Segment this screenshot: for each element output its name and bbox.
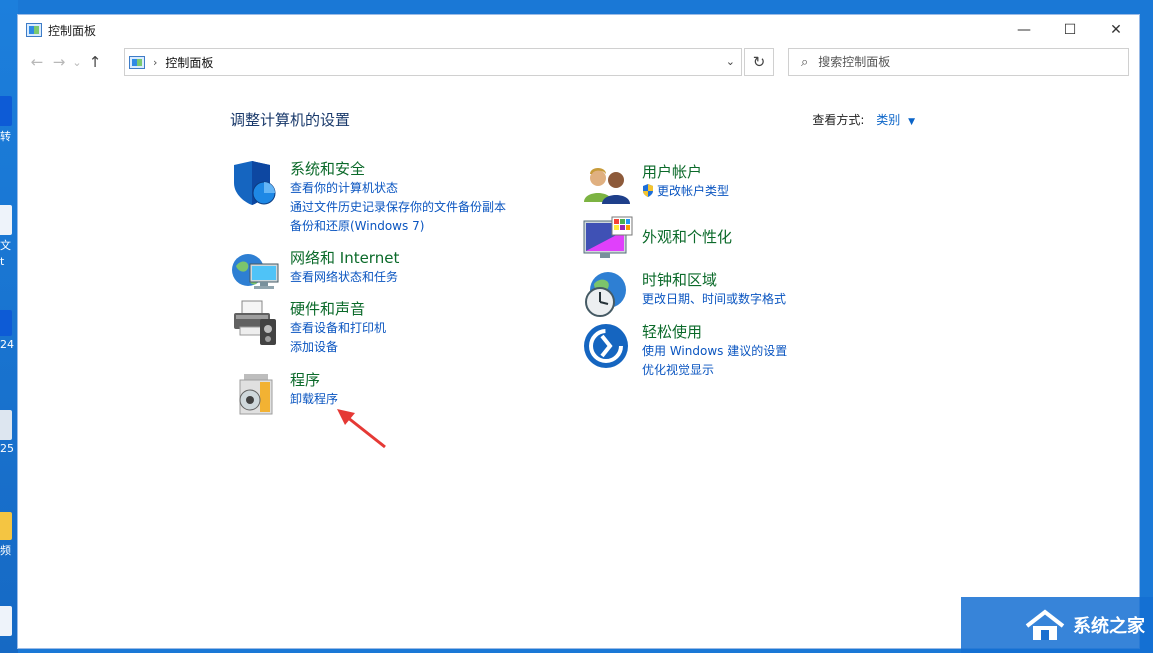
title-bar[interactable]: 控制面板 — ☐ ✕ <box>18 15 1139 45</box>
refresh-button[interactable]: ↻ <box>744 48 774 76</box>
close-button[interactable]: ✕ <box>1093 15 1139 45</box>
monitor-palette-icon[interactable] <box>582 215 634 263</box>
desktop-icon[interactable]: 25 <box>0 410 18 455</box>
desktop-icon[interactable]: 24 <box>0 310 18 351</box>
category-user-accounts: 用户帐户 更改帐户类型 <box>582 162 729 210</box>
watermark: 系统之家 <box>961 597 1153 653</box>
link-file-history[interactable]: 通过文件历史记录保存你的文件备份副本 <box>290 198 506 217</box>
link-uninstall-program[interactable]: 卸载程序 <box>290 390 338 409</box>
category-title-hardware-sound[interactable]: 硬件和声音 <box>290 299 386 319</box>
view-by: 查看方式: 类别 ▼ <box>812 111 915 128</box>
annotation-arrow-icon <box>337 409 386 449</box>
search-icon: ⌕ <box>801 54 809 70</box>
category-network-internet: 网络和 Internet 查看网络状态和任务 <box>230 248 399 296</box>
control-panel-window: 控制面板 — ☐ ✕ ← → ⌄ ↑ › 控制面板 ⌄ ↻ ⌕ 调整计算机的设置… <box>17 14 1140 649</box>
clock-globe-icon[interactable] <box>582 270 634 318</box>
up-arrow-icon[interactable]: ↑ <box>84 53 106 71</box>
printer-speaker-icon[interactable] <box>230 299 282 347</box>
link-add-device[interactable]: 添加设备 <box>290 338 386 357</box>
link-backup-restore[interactable]: 备份和还原(Windows 7) <box>290 217 506 236</box>
address-bar[interactable]: › 控制面板 ⌄ <box>124 48 742 76</box>
link-network-status[interactable]: 查看网络状态和任务 <box>290 268 399 287</box>
category-title-ease-of-access[interactable]: 轻松使用 <box>642 322 787 342</box>
minimize-button[interactable]: — <box>1001 15 1047 45</box>
window-controls: — ☐ ✕ <box>1001 15 1139 45</box>
navigation-bar: ← → ⌄ ↑ › 控制面板 ⌄ ↻ ⌕ <box>18 45 1139 79</box>
uac-shield-icon <box>643 184 653 197</box>
house-logo-icon <box>1025 609 1065 640</box>
view-by-dropdown[interactable]: 类别 <box>876 113 900 127</box>
programs-disc-icon[interactable] <box>230 370 282 418</box>
back-arrow-icon[interactable]: ← <box>26 53 48 71</box>
network-globe-icon[interactable] <box>230 248 282 296</box>
forward-arrow-icon[interactable]: → <box>48 53 70 71</box>
search-input[interactable] <box>818 55 1099 69</box>
category-ease-of-access: 轻松使用 使用 Windows 建议的设置 优化视觉显示 <box>582 322 787 380</box>
desktop-icon[interactable] <box>0 606 18 636</box>
category-title-programs[interactable]: 程序 <box>290 370 338 390</box>
desktop-icon[interactable]: 文 t <box>0 205 18 268</box>
control-panel-icon <box>129 55 145 69</box>
maximize-button[interactable]: ☐ <box>1047 15 1093 45</box>
category-system-security: 系统和安全 查看你的计算机状态 通过文件历史记录保存你的文件备份副本 备份和还原… <box>230 159 506 236</box>
page-title: 调整计算机的设置 <box>230 111 351 129</box>
category-title-network-internet[interactable]: 网络和 Internet <box>290 248 399 268</box>
link-change-account-type[interactable]: 更改帐户类型 <box>642 182 729 201</box>
link-optimize-visual-display[interactable]: 优化视觉显示 <box>642 361 787 380</box>
link-windows-recommended-settings[interactable]: 使用 Windows 建议的设置 <box>642 342 787 361</box>
view-by-label: 查看方式: <box>812 113 865 127</box>
link-change-date-time-format[interactable]: 更改日期、时间或数字格式 <box>642 290 786 309</box>
category-title-system-security[interactable]: 系统和安全 <box>290 159 506 179</box>
search-box[interactable]: ⌕ <box>788 48 1129 76</box>
desktop-icon[interactable]: 频 <box>0 512 18 558</box>
category-title-clock-region[interactable]: 时钟和区域 <box>642 270 786 290</box>
category-appearance: 外观和个性化 <box>582 215 732 263</box>
link-view-computer-status[interactable]: 查看你的计算机状态 <box>290 179 506 198</box>
breadcrumb-separator-icon[interactable]: › <box>153 56 157 69</box>
category-title-user-accounts[interactable]: 用户帐户 <box>642 162 729 182</box>
category-hardware-sound: 硬件和声音 查看设备和打印机 添加设备 <box>230 299 386 357</box>
ease-of-access-icon[interactable] <box>582 322 634 370</box>
desktop-icon[interactable]: 转 <box>0 96 18 144</box>
category-programs: 程序 卸载程序 <box>230 370 338 418</box>
window-title: 控制面板 <box>48 23 97 38</box>
watermark-text: 系统之家 <box>1073 616 1145 637</box>
address-dropdown-chevron-icon[interactable]: ⌄ <box>726 55 735 68</box>
category-clock-region: 时钟和区域 更改日期、时间或数字格式 <box>582 270 786 318</box>
control-panel-icon <box>26 23 42 37</box>
dropdown-caret-icon[interactable]: ▼ <box>908 117 915 127</box>
shield-icon[interactable] <box>230 159 282 207</box>
users-icon[interactable] <box>582 162 634 210</box>
category-title-appearance[interactable]: 外观和个性化 <box>642 227 732 247</box>
link-devices-printers[interactable]: 查看设备和打印机 <box>290 319 386 338</box>
desktop-background: 转 文 t 24 25 频 <box>0 0 18 653</box>
breadcrumb-control-panel[interactable]: 控制面板 <box>165 54 213 71</box>
recent-locations-chevron-icon[interactable]: ⌄ <box>70 56 84 69</box>
